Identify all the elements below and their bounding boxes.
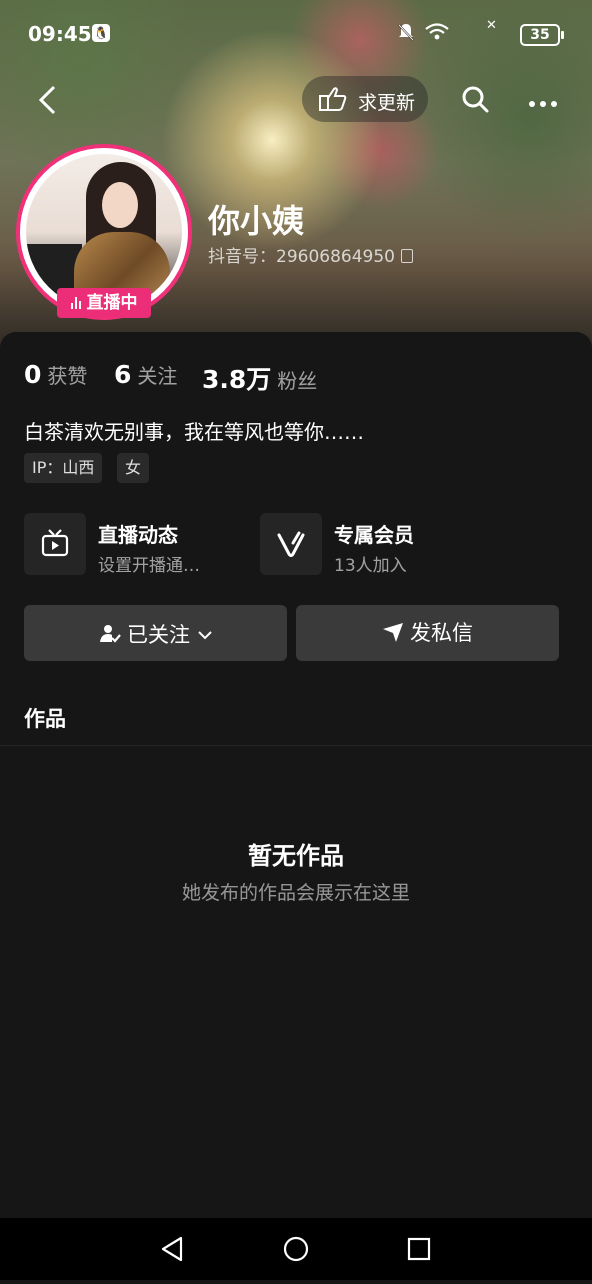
status-bar: 09:45 🐧 ✕ 35: [0, 16, 592, 50]
more-icon[interactable]: [528, 94, 558, 108]
request-update-label: 求更新: [358, 92, 416, 114]
nav-back-icon[interactable]: [142, 1218, 202, 1280]
feature-title: 直播动态: [98, 523, 178, 547]
tag-gender: 女: [117, 453, 150, 483]
system-nav-bar: [0, 1218, 592, 1280]
stat-likes[interactable]: 0 获赞: [24, 360, 87, 389]
back-button[interactable]: [36, 84, 58, 122]
followed-button[interactable]: 已关注: [24, 605, 287, 661]
username: 你小姨: [208, 202, 305, 240]
search-icon[interactable]: [460, 84, 490, 114]
bio: 白茶清欢无别事，我在等风也等你……: [24, 420, 364, 444]
stat-num: 0: [24, 360, 42, 389]
qq-icon: 🐧: [92, 24, 110, 42]
empty-state-title: 暂无作品: [248, 842, 344, 870]
request-update-button[interactable]: 求更新: [302, 76, 428, 122]
stat-label: 粉丝: [277, 369, 318, 393]
live-bars-icon: [70, 297, 83, 309]
feature-membership[interactable]: 专属会员 13人加入: [260, 513, 480, 576]
chevron-down-icon: [198, 605, 212, 661]
stat-following[interactable]: 6 关注: [114, 360, 177, 389]
pointing-hand-icon: [318, 86, 348, 118]
status-time: 09:45: [28, 22, 92, 46]
nav-home-icon[interactable]: [266, 1218, 326, 1280]
followed-label: 已关注: [127, 623, 190, 647]
douyin-id-label: 抖音号：: [208, 247, 276, 267]
tv-icon: [24, 513, 86, 575]
message-label: 发私信: [410, 621, 473, 645]
tag-ip: IP：山西: [24, 453, 103, 483]
nav-recents-icon[interactable]: [389, 1218, 449, 1280]
feature-live-updates[interactable]: 直播动态 设置开播通…: [24, 513, 244, 576]
feature-sub: 设置开播通…: [98, 556, 200, 576]
silent-bell-icon: [396, 22, 416, 47]
message-button[interactable]: 发私信: [296, 605, 559, 661]
battery-icon: 35: [520, 24, 564, 46]
live-badge-label: 直播中: [86, 293, 138, 313]
user-check-icon: [99, 610, 121, 666]
feature-sub: 13人加入: [334, 556, 407, 576]
douyin-id-value: 29606864950: [276, 247, 395, 267]
feature-title: 专属会员: [334, 523, 414, 547]
empty-state-subtitle: 她发布的作品会展示在这里: [181, 882, 410, 904]
stat-followers[interactable]: 3.8万 粉丝: [202, 360, 317, 396]
tab-works[interactable]: 作品: [24, 703, 66, 733]
signal-x-icon: ✕: [486, 18, 497, 33]
send-icon: [382, 608, 404, 664]
stat-num: 6: [114, 360, 132, 389]
wifi-icon: [424, 22, 450, 47]
stat-label: 关注: [137, 364, 178, 388]
stat-num: 3.8万: [202, 365, 272, 394]
vip-v-icon: [260, 513, 322, 575]
live-badge[interactable]: 直播中: [57, 288, 151, 318]
douyin-id[interactable]: 抖音号：29606864950: [208, 242, 413, 267]
copy-icon[interactable]: [400, 249, 413, 263]
divider: [0, 745, 592, 746]
stat-label: 获赞: [47, 364, 88, 388]
avatar-photo: [26, 154, 182, 310]
